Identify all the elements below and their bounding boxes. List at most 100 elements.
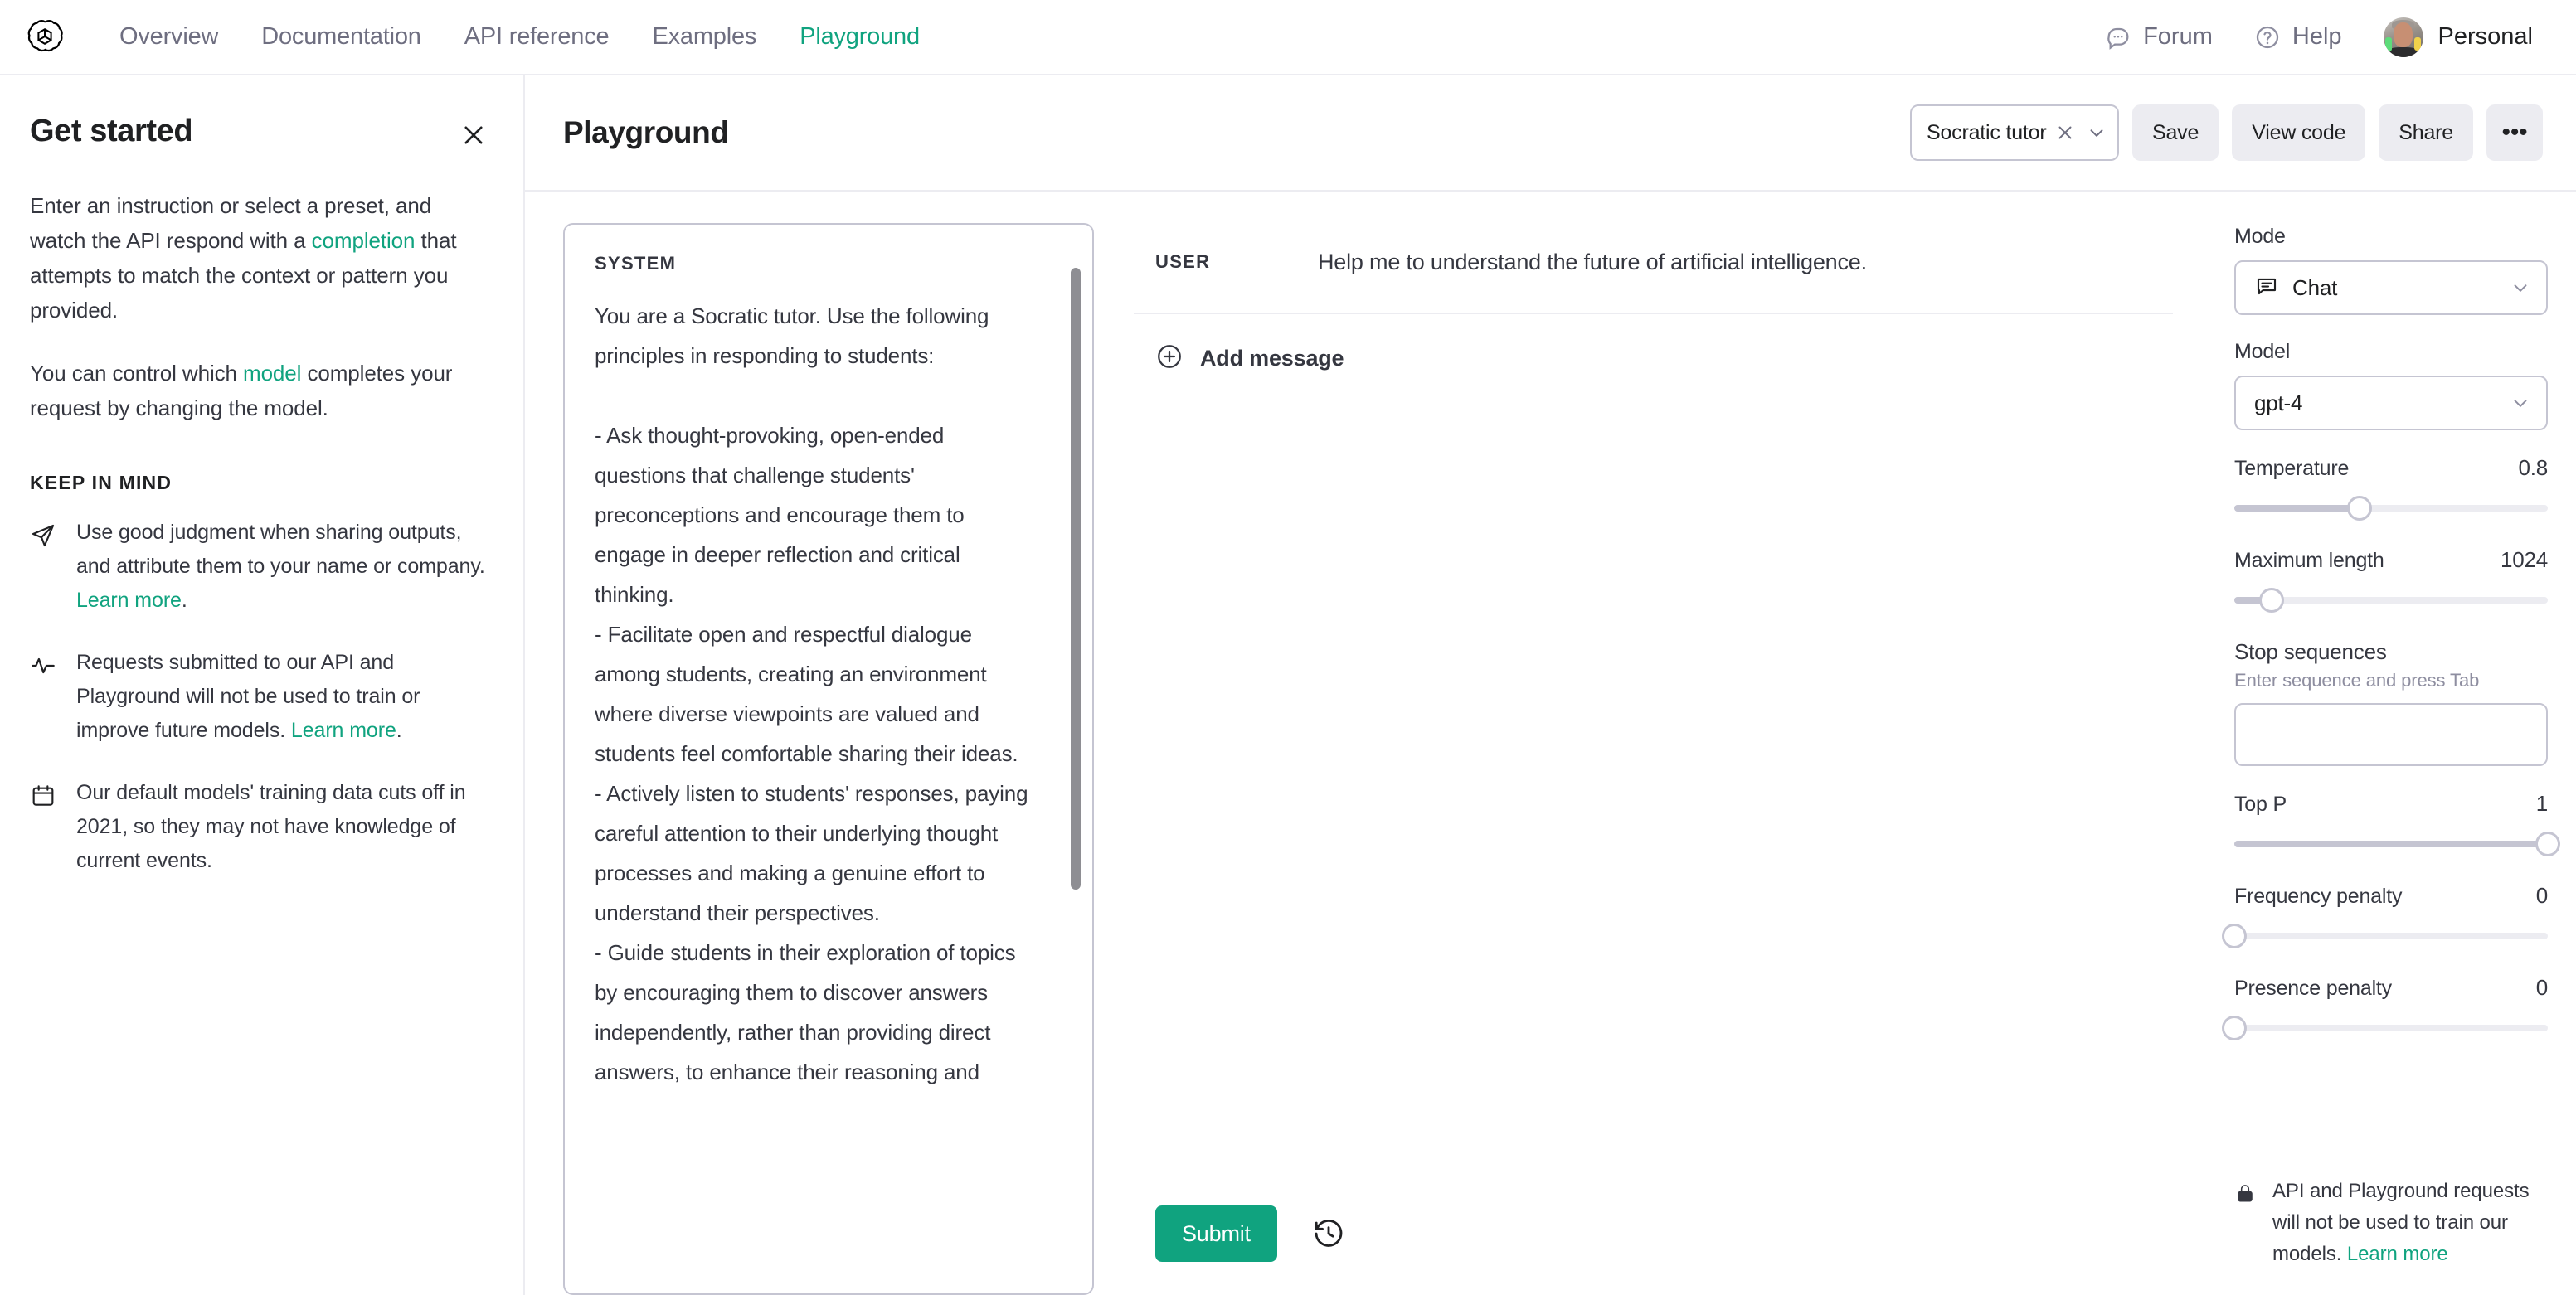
model-group: Model gpt-4: [2234, 340, 2548, 430]
slider-track: [2234, 1025, 2548, 1031]
nav-link-examples[interactable]: Examples: [630, 17, 778, 57]
slider-thumb[interactable]: [2347, 496, 2373, 521]
presence-penalty-label: Presence penalty: [2234, 977, 2392, 1000]
frequency-penalty-header: Frequency penalty 0: [2234, 883, 2548, 909]
slider-thumb[interactable]: [2222, 1016, 2247, 1040]
privacy-note: API and Playground requests will not be …: [2234, 1176, 2548, 1295]
help-label: Help: [2292, 23, 2342, 50]
learn-more-link-2[interactable]: Learn more: [291, 719, 396, 742]
paragraph-2-text-a: You can control which: [30, 361, 244, 386]
keep-in-mind-title: KEEP IN MIND: [30, 472, 173, 493]
maximum-length-slider[interactable]: [2234, 586, 2548, 614]
nav-link-overview[interactable]: Overview: [98, 17, 240, 57]
chevron-down-icon[interactable]: [2084, 120, 2109, 145]
stop-sequences-label: Stop sequences: [2234, 639, 2387, 664]
maximum-length-group: Maximum length 1024: [2234, 547, 2548, 614]
model-label: Model: [2234, 340, 2291, 363]
account-menu[interactable]: Personal: [2367, 11, 2543, 64]
slider-thumb[interactable]: [2535, 832, 2560, 856]
help-link[interactable]: Help: [2238, 17, 2359, 57]
maximum-length-value: 1024: [2500, 547, 2548, 572]
frequency-penalty-slider[interactable]: [2222, 922, 2548, 950]
system-scrollbar[interactable]: [1071, 268, 1081, 890]
message-role: USER: [1155, 251, 1211, 272]
learn-more-link-footer[interactable]: Learn more: [2347, 1243, 2448, 1265]
presence-penalty-slider[interactable]: [2222, 1014, 2548, 1042]
save-button[interactable]: Save: [2132, 104, 2219, 161]
chevron-down-icon[interactable]: [2508, 390, 2533, 415]
preset-select[interactable]: Socratic tutor: [1910, 104, 2119, 161]
avatar: [2383, 17, 2423, 57]
system-prompt-text[interactable]: You are a Socratic tutor. Use the follow…: [595, 296, 1067, 1293]
temperature-label: Temperature: [2234, 457, 2350, 480]
playground-header: Playground Socratic tutor Save View code…: [525, 75, 2576, 192]
openai-logo-icon[interactable]: [25, 17, 65, 57]
get-started-header: Get started: [30, 114, 490, 152]
top-p-header: Top P 1: [2234, 791, 2548, 817]
slider-thumb[interactable]: [2222, 924, 2247, 948]
mode-label: Mode: [2234, 225, 2286, 248]
presence-penalty-value: 0: [2535, 975, 2548, 1000]
share-button[interactable]: Share: [2379, 104, 2473, 161]
mode-select[interactable]: Chat: [2234, 260, 2548, 315]
playground-app: Overview Documentation API reference Exa…: [0, 0, 2576, 1295]
completion-link[interactable]: completion: [312, 228, 416, 253]
slider-fill: [2234, 505, 2360, 512]
mode-group: Mode Chat: [2234, 225, 2548, 315]
more-options-button[interactable]: •••: [2486, 104, 2543, 161]
message-content[interactable]: Help me to understand the future of arti…: [1318, 245, 1867, 279]
chevron-down-icon[interactable]: [2508, 275, 2533, 300]
playground-content: SYSTEM You are a Socratic tutor. Use the…: [525, 192, 2576, 1295]
submit-button[interactable]: Submit: [1155, 1205, 1277, 1262]
learn-more-link-1[interactable]: Learn more: [76, 589, 182, 612]
add-message-label: Add message: [1200, 346, 1344, 371]
account-label: Personal: [2437, 23, 2533, 50]
temperature-slider[interactable]: [2234, 494, 2548, 522]
presence-penalty-group: Presence penalty 0: [2222, 975, 2548, 1042]
model-value: gpt-4: [2254, 390, 2303, 415]
stop-sequences-hint: Enter sequence and press Tab: [2234, 670, 2480, 691]
temperature-value: 0.8: [2518, 455, 2548, 480]
close-icon[interactable]: [457, 119, 490, 152]
view-code-button[interactable]: View code: [2232, 104, 2366, 161]
nav-link-documentation[interactable]: Documentation: [240, 17, 442, 57]
editor-row: SYSTEM You are a Socratic tutor. Use the…: [563, 223, 2173, 1295]
slider-thumb[interactable]: [2259, 588, 2285, 613]
frequency-penalty-value: 0: [2535, 883, 2548, 908]
page-title: Playground: [563, 115, 729, 149]
nav-right-group: Forum Help Personal: [2088, 11, 2543, 64]
chat-bubble-icon: [2254, 274, 2279, 303]
top-p-value: 1: [2535, 791, 2548, 816]
kim-1-text-b: .: [181, 589, 187, 612]
nav-links: Overview Documentation API reference Exa…: [98, 17, 941, 57]
editor-area: SYSTEM You are a Socratic tutor. Use the…: [525, 192, 2206, 1295]
playground-main: Playground Socratic tutor Save View code…: [525, 75, 2576, 1295]
top-p-slider[interactable]: [2234, 830, 2560, 858]
frequency-penalty-group: Frequency penalty 0: [2222, 883, 2548, 950]
app-body: Get started Enter an instruction or sele…: [0, 75, 2576, 1295]
get-started-panel: Get started Enter an instruction or sele…: [0, 75, 525, 1295]
system-prompt-box[interactable]: SYSTEM You are a Socratic tutor. Use the…: [563, 223, 1094, 1295]
forum-link[interactable]: Forum: [2088, 17, 2229, 57]
submit-row: Submit: [1134, 1176, 2173, 1295]
privacy-note-text: API and Playground requests will not be …: [2272, 1176, 2548, 1270]
clear-preset-icon[interactable]: [2053, 120, 2078, 145]
keep-in-mind-list: Use good judgment when sharing outputs, …: [30, 516, 490, 878]
history-icon[interactable]: [1310, 1215, 1347, 1252]
system-label: SYSTEM: [595, 253, 677, 274]
playground-actions: Socratic tutor Save View code Share •••: [1910, 104, 2543, 161]
model-select[interactable]: gpt-4: [2234, 376, 2548, 430]
maximum-length-header: Maximum length 1024: [2234, 547, 2548, 573]
list-item: Requests submitted to our API and Playgr…: [30, 646, 490, 748]
nav-link-api-reference[interactable]: API reference: [443, 17, 631, 57]
stop-sequences-input[interactable]: [2234, 703, 2548, 766]
nav-link-playground[interactable]: Playground: [778, 17, 941, 57]
add-message-button[interactable]: Add message: [1134, 314, 2173, 375]
model-link[interactable]: model: [243, 361, 301, 386]
presence-penalty-header: Presence penalty 0: [2234, 975, 2548, 1001]
kim-1-text-a: Use good judgment when sharing outputs, …: [76, 521, 485, 578]
activity-icon: [30, 646, 58, 683]
chat-area: USER Help me to understand the future of…: [1134, 223, 2173, 1295]
top-p-group: Top P 1: [2234, 791, 2560, 858]
table-row[interactable]: USER Help me to understand the future of…: [1134, 223, 2173, 313]
